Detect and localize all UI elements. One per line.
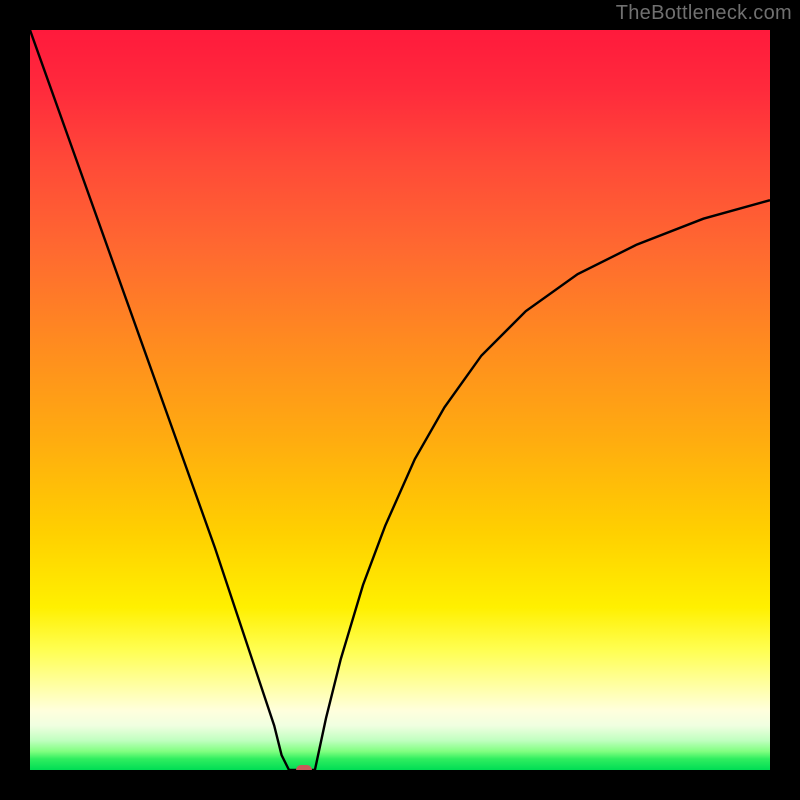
bottleneck-curve xyxy=(30,30,770,770)
watermark-text: TheBottleneck.com xyxy=(616,2,792,25)
minimum-marker xyxy=(296,765,312,770)
curve-path xyxy=(30,30,770,770)
plot-area xyxy=(30,30,770,770)
chart-frame: TheBottleneck.com xyxy=(0,0,800,800)
